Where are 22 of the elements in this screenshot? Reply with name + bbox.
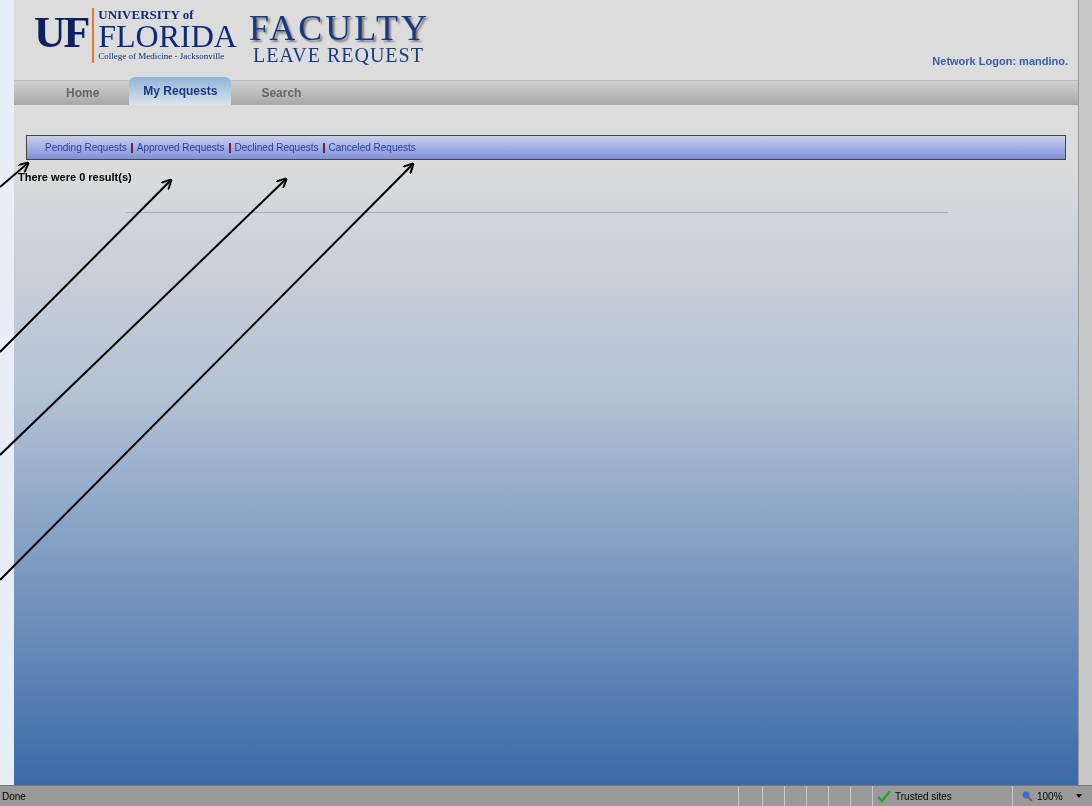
security-zone: Trusted sites <box>895 789 952 804</box>
app-title: FACULTY <box>248 12 430 44</box>
app-subtitle: LEAVE REQUEST <box>251 44 425 66</box>
zoom-icon[interactable] <box>1021 790 1033 802</box>
status-text: Done <box>1 789 26 804</box>
results-text: There were 0 result(s) <box>18 170 133 185</box>
network-logon: Network Logon: mandino. <box>932 54 1068 69</box>
logo-name: FLORIDA <box>98 22 237 50</box>
logo-mark: UF <box>34 8 89 58</box>
scrollbar[interactable] <box>1078 0 1092 785</box>
tab[interactable]: Search <box>239 81 324 105</box>
logo-college: College of Medicine - Jacksonville <box>98 50 226 63</box>
request-filter-link[interactable]: Canceled Requests <box>328 140 416 155</box>
zoom-level[interactable]: 100% <box>1037 788 1063 804</box>
checkmark-icon <box>877 789 891 803</box>
request-filter-link[interactable]: Pending Requests <box>45 140 127 155</box>
request-filter-link[interactable]: Declined Requests <box>234 140 319 155</box>
tab[interactable]: My Requests <box>129 77 232 105</box>
dropdown-icon[interactable] <box>1074 793 1083 799</box>
logo-university: UNIVERSITY of <box>98 8 195 22</box>
tab[interactable]: Home <box>44 81 122 105</box>
request-filter-link[interactable]: Approved Requests <box>136 140 225 155</box>
